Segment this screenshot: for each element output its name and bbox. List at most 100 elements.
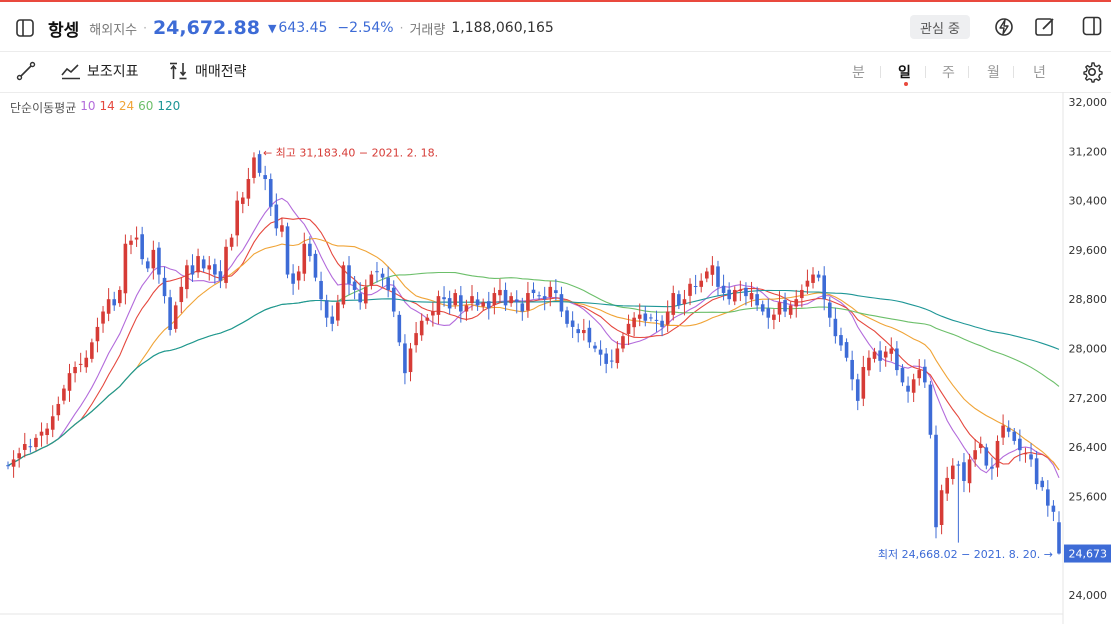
candle-body [431, 311, 435, 316]
candle-body [22, 444, 27, 450]
candle-body [917, 370, 922, 379]
candle-body [744, 287, 748, 297]
candle-body [654, 319, 659, 321]
period-month[interactable]: 월 [987, 62, 1000, 82]
period-year[interactable]: 년 [1033, 62, 1046, 82]
candle-body [688, 283, 692, 296]
candle-body [760, 304, 765, 312]
strategy-button[interactable]: 매매전략 [169, 61, 247, 81]
candle-body [1006, 427, 1011, 432]
candle-body [84, 357, 89, 368]
candle-body [263, 175, 267, 180]
candle-body [727, 289, 731, 300]
candle-body [246, 179, 251, 199]
candle-body [732, 289, 737, 302]
volume-value: 1,188,060,165 [451, 20, 554, 36]
candle-body [11, 459, 16, 467]
drawing-tool-icon[interactable] [16, 61, 36, 81]
candle-body [559, 294, 564, 312]
candle-body [62, 388, 66, 401]
candle-body [196, 256, 200, 273]
candle-body [140, 234, 144, 260]
candle-body [45, 428, 49, 436]
edit-icon[interactable] [1034, 16, 1056, 38]
ma14-line [7, 217, 1060, 471]
candlestick-chart[interactable]: 32,000 31,200 30,400 29,600 28,800 28,000 27,2… [0, 92, 1111, 624]
candle-body [391, 287, 396, 312]
candle-body [978, 444, 983, 448]
watchlist-button[interactable]: 관심 중 [910, 15, 971, 39]
candle-body [157, 247, 161, 275]
indicator-button[interactable]: 보조지표 [61, 61, 139, 81]
candle-body [347, 265, 351, 284]
candle-body [201, 259, 206, 269]
candle-body [162, 277, 167, 297]
candle-body [425, 317, 430, 321]
candle-body [699, 280, 704, 287]
market-category: 해외지수 [89, 22, 138, 38]
settings-gear-icon[interactable] [1081, 61, 1103, 83]
panel-toggle-icon[interactable] [1082, 16, 1102, 36]
top-accent-line [0, 0, 1111, 2]
legend-ma120: 120 [157, 99, 181, 113]
candle-body [626, 323, 631, 334]
candle-body [1001, 425, 1005, 438]
candle-body [313, 253, 318, 278]
header-bar: 항셍 해외지수 · 24,672.88 ▼ 643.45 −2.54% · 거래… [0, 6, 1111, 50]
candle-body [923, 366, 927, 383]
candle-body [609, 360, 614, 362]
sidebar-toggle-icon[interactable] [16, 19, 34, 37]
high-annotation: ← 최고 31,183.40 − 2021. 2. 18. [263, 146, 438, 159]
candle-body [268, 179, 273, 207]
candle-body [665, 311, 670, 325]
legend-ma10: 10 [80, 99, 96, 113]
candle-body [442, 297, 446, 300]
flash-icon[interactable] [993, 16, 1015, 38]
y-tick-label: 28,800 [1069, 293, 1108, 306]
candle-body [302, 243, 307, 274]
candle-body [1034, 458, 1039, 485]
candle-body [576, 329, 581, 334]
chart-toolbar: 보조지표 매매전략 분 일 주 월 년 [0, 51, 1111, 93]
candle-body [833, 318, 838, 337]
candle-body [397, 314, 402, 343]
candle-body [967, 459, 972, 484]
candle-body [928, 384, 933, 435]
candle-body [855, 379, 860, 401]
candle-body [39, 431, 44, 436]
period-week[interactable]: 주 [942, 62, 955, 82]
candle-body [118, 289, 122, 304]
candle-body [369, 274, 374, 286]
candle-body [816, 274, 821, 278]
candle-body [78, 363, 83, 365]
candle-body [358, 293, 362, 303]
candle-body [179, 286, 184, 303]
candle-body [906, 385, 910, 392]
candle-body [514, 299, 519, 303]
period-day[interactable]: 일 [898, 62, 911, 82]
period-separator [880, 66, 881, 78]
period-separator [925, 66, 926, 78]
period-minute[interactable]: 분 [852, 62, 865, 82]
candle-body [794, 299, 799, 307]
candle-body [509, 296, 513, 304]
candle-body [475, 299, 480, 306]
candle-body [285, 226, 290, 275]
candle-body [878, 350, 882, 361]
candle-body [280, 225, 284, 232]
legend-ma14: 14 [99, 99, 115, 113]
candle-body [408, 348, 413, 373]
candle-body [375, 271, 379, 273]
candle-body [453, 293, 458, 306]
candle-body [503, 289, 508, 306]
candle-body [324, 300, 329, 318]
candle-body [1051, 505, 1056, 512]
candle-body [721, 285, 726, 294]
candle-body [621, 336, 625, 349]
candle-body [677, 294, 681, 306]
candle-body [341, 265, 346, 305]
candle-body [777, 302, 782, 315]
candle-body [716, 266, 720, 287]
candle-body [911, 379, 916, 393]
period-separator [968, 66, 969, 78]
